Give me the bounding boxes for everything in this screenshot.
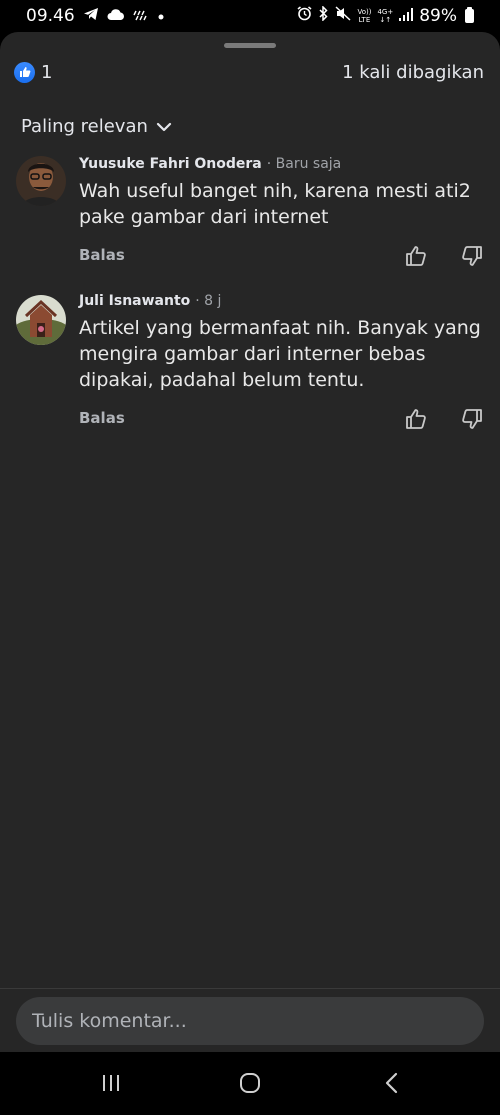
battery-percent: 89% bbox=[419, 6, 457, 26]
comment-composer bbox=[0, 988, 500, 1052]
battery-icon bbox=[465, 7, 474, 23]
signal-icon bbox=[399, 6, 414, 26]
like-count[interactable]: 1 bbox=[41, 62, 52, 83]
avatar[interactable] bbox=[16, 295, 66, 345]
reply-button[interactable]: Balas bbox=[79, 409, 125, 427]
comment-text: Artikel yang bermanfaat nih. Banyak yang… bbox=[79, 317, 481, 391]
avatar[interactable] bbox=[16, 156, 66, 206]
back-icon[interactable] bbox=[381, 1072, 403, 1098]
sort-label: Paling relevan bbox=[21, 116, 148, 137]
comment-text: Wah useful banget nih, karena mesti ati2… bbox=[79, 180, 471, 228]
network-4g-icon: 4G+ ↓↑ bbox=[377, 8, 394, 24]
recents-icon[interactable] bbox=[100, 1072, 122, 1098]
reply-button[interactable]: Balas bbox=[79, 246, 125, 264]
reactions-row: 1 1 kali dibagikan bbox=[14, 60, 484, 84]
comment-input[interactable] bbox=[16, 997, 484, 1045]
weather-rain-icon bbox=[133, 6, 149, 26]
thumbs-up-icon[interactable] bbox=[14, 61, 35, 83]
notification-dot-icon bbox=[157, 6, 165, 26]
alarm-icon bbox=[297, 6, 312, 26]
status-bar: 09.46 Vo)) LTE 4G+ ↓↑ 89% bbox=[0, 0, 500, 32]
status-time: 09.46 bbox=[26, 6, 75, 26]
navigation-bar bbox=[0, 1052, 500, 1115]
volte-icon: Vo)) LTE bbox=[357, 8, 372, 24]
sort-dropdown[interactable]: Paling relevan bbox=[21, 116, 172, 137]
home-icon[interactable] bbox=[239, 1072, 261, 1098]
bluetooth-icon bbox=[318, 5, 329, 26]
chevron-down-icon bbox=[156, 116, 172, 137]
mute-icon bbox=[335, 6, 351, 26]
thumbs-up-outline-icon[interactable] bbox=[404, 407, 428, 435]
thumbs-down-outline-icon[interactable] bbox=[460, 407, 484, 435]
comment-time: · Baru saja bbox=[266, 156, 342, 172]
comments-sheet: 1 1 kali dibagikan Paling relevan Yuusuk… bbox=[0, 32, 500, 1052]
shares-count[interactable]: 1 kali dibagikan bbox=[342, 62, 484, 83]
drag-handle[interactable] bbox=[224, 43, 276, 48]
cloud-icon bbox=[107, 6, 125, 26]
telegram-icon bbox=[83, 6, 99, 26]
commenter-name[interactable]: Juli Isnawanto bbox=[79, 293, 190, 309]
comment-time: · 8 j bbox=[195, 293, 222, 309]
thumbs-up-outline-icon[interactable] bbox=[404, 244, 428, 272]
thumbs-down-outline-icon[interactable] bbox=[460, 244, 484, 272]
commenter-name[interactable]: Yuusuke Fahri Onodera bbox=[79, 156, 262, 172]
